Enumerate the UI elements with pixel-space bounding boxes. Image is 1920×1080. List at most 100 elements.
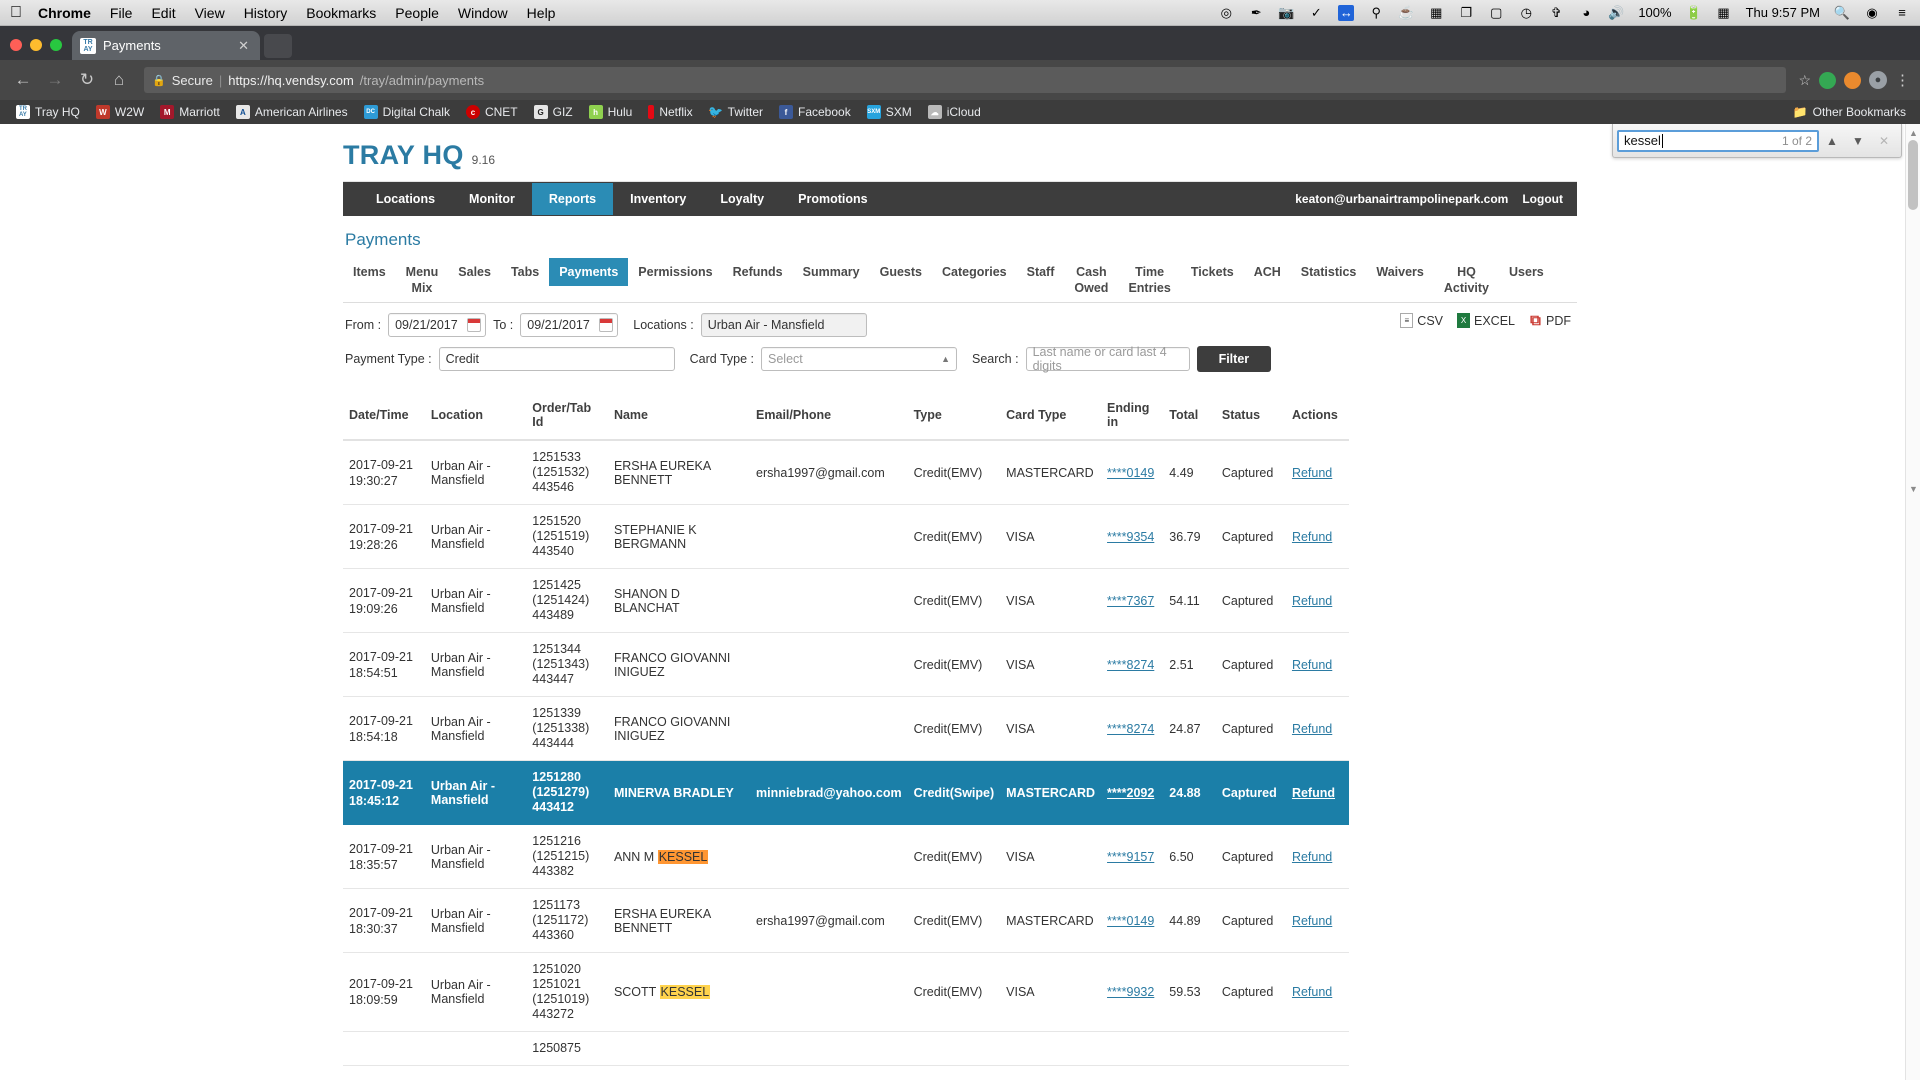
cell-actions[interactable]: Refund [1286, 633, 1349, 697]
column-total[interactable]: Total [1163, 391, 1216, 440]
cell-ending-in[interactable]: ****2092 [1101, 761, 1163, 825]
menu-bookmarks[interactable]: Bookmarks [306, 5, 376, 21]
home-icon[interactable]: ⌂ [106, 67, 132, 93]
table-row[interactable]: 2017-09-2119:28:26 Urban Air - Mansfield… [343, 505, 1349, 569]
input-source-icon[interactable]: ▦ [1716, 5, 1732, 21]
table-row[interactable]: 2017-09-2118:54:51 Urban Air - Mansfield… [343, 633, 1349, 697]
column-ending-in[interactable]: Ending in [1101, 391, 1163, 440]
new-tab-icon[interactable] [264, 34, 292, 58]
table-row-selected[interactable]: 2017-09-2118:45:12 Urban Air - Mansfield… [343, 761, 1349, 825]
scroll-up-arrow-icon[interactable]: ▲ [1909, 128, 1918, 138]
copy-icon[interactable]: ❐ [1458, 5, 1474, 21]
subtab-refunds[interactable]: Refunds [723, 258, 793, 286]
volume-icon[interactable]: 🔊 [1608, 5, 1624, 21]
bookmark-marriott[interactable]: M Marriott [152, 105, 228, 119]
scroll-down-arrow-icon[interactable]: ▼ [1909, 484, 1918, 494]
subtab-menu-mix[interactable]: Menu Mix [396, 258, 449, 302]
bookmark-sxm[interactable]: SXM SXM [859, 105, 920, 119]
location-pin-icon[interactable]: ⚲ [1368, 5, 1384, 21]
airplay-icon[interactable]: ▢ [1488, 5, 1504, 21]
to-date-input[interactable]: 09/21/2017 [520, 313, 618, 337]
cell-ending-in[interactable]: ****9354 [1101, 505, 1163, 569]
subtab-time-entries[interactable]: Time Entries [1118, 258, 1180, 302]
bookmark-netflix[interactable]: Netflix [640, 105, 700, 119]
subtab-sales[interactable]: Sales [448, 258, 501, 286]
column-location[interactable]: Location [425, 391, 526, 440]
column-name[interactable]: Name [608, 391, 750, 440]
column-date-time[interactable]: Date/Time [343, 391, 425, 440]
chevron-down-icon[interactable]: ▼ [1845, 128, 1871, 154]
nav-item-promotions[interactable]: Promotions [781, 183, 884, 215]
column-actions[interactable]: Actions [1286, 391, 1349, 440]
bookmark-american-airlines[interactable]: A American Airlines [228, 105, 356, 119]
cell-actions[interactable]: Refund [1286, 569, 1349, 633]
export-csv-button[interactable]: ≡ CSV [1400, 313, 1443, 328]
subtab-cash-owed[interactable]: Cash Owed [1064, 258, 1118, 302]
coffee-icon[interactable]: ☕ [1398, 5, 1414, 21]
table-row[interactable]: 1250875 [343, 1032, 1349, 1066]
fountain-pen-icon[interactable]: ✒ [1248, 5, 1264, 21]
cell-actions[interactable]: Refund [1286, 825, 1349, 889]
arrows-horizontal-icon[interactable]: ↔ [1338, 5, 1354, 21]
menu-window[interactable]: Window [458, 5, 508, 21]
cell-ending-in[interactable]: ****0149 [1101, 889, 1163, 953]
card-type-select[interactable]: Select ▲ [761, 347, 957, 371]
subtab-ach[interactable]: ACH [1244, 258, 1291, 286]
subtab-items[interactable]: Items [343, 258, 396, 286]
subtab-users[interactable]: Users [1499, 258, 1554, 286]
subtab-hq-activity[interactable]: HQ Activity [1434, 258, 1499, 302]
cell-actions[interactable]: Refund [1286, 440, 1349, 505]
menubar-clock[interactable]: Thu 9:57 PM [1746, 5, 1820, 20]
export-excel-button[interactable]: X EXCEL [1457, 313, 1515, 328]
bookmark-tray-hq[interactable]: TRAY Tray HQ [8, 105, 88, 119]
siri-icon[interactable]: ◉ [1864, 5, 1880, 21]
menu-chrome[interactable]: Chrome [38, 5, 91, 21]
back-arrow-icon[interactable]: ← [10, 67, 36, 93]
column-email-phone[interactable]: Email/Phone [750, 391, 908, 440]
cell-ending-in[interactable]: ****8274 [1101, 633, 1163, 697]
chevron-up-icon[interactable]: ▲ [1819, 128, 1845, 154]
filter-button[interactable]: Filter [1197, 346, 1272, 372]
cell-ending-in[interactable]: ****8274 [1101, 697, 1163, 761]
table-row[interactable]: 2017-09-2118:54:18 Urban Air - Mansfield… [343, 697, 1349, 761]
bookmark-hulu[interactable]: h Hulu [581, 105, 641, 119]
cell-actions[interactable]: Refund [1286, 953, 1349, 1032]
nav-item-monitor[interactable]: Monitor [452, 183, 532, 215]
address-bar[interactable]: 🔒 Secure | https://hq.vendsy.com/tray/ad… [144, 67, 1786, 93]
minimize-window-button[interactable] [30, 39, 42, 51]
puzzle-icon[interactable]: ▦ [1428, 5, 1444, 21]
bookmark-w2w[interactable]: W W2W [88, 105, 152, 119]
browser-tab-payments[interactable]: TRAY Payments ✕ [72, 31, 260, 60]
extension-icon-orange[interactable] [1844, 72, 1861, 89]
star-icon[interactable]: ☆ [1798, 72, 1811, 89]
cell-ending-in[interactable]: ****7367 [1101, 569, 1163, 633]
spotlight-search-icon[interactable]: 🔍 [1834, 5, 1850, 21]
subtab-staff[interactable]: Staff [1017, 258, 1065, 286]
cell-actions[interactable]: Refund [1286, 761, 1349, 825]
bluetooth-icon[interactable]: ✞ [1548, 5, 1564, 21]
nav-item-inventory[interactable]: Inventory [613, 183, 703, 215]
bookmark-digital-chalk[interactable]: DC Digital Chalk [356, 105, 458, 119]
apple-menu-icon[interactable]:  [10, 5, 22, 21]
checkmark-circle-icon[interactable]: ✓ [1308, 5, 1324, 21]
column-status[interactable]: Status [1216, 391, 1286, 440]
bookmark-facebook[interactable]: f Facebook [771, 105, 859, 119]
nav-item-reports[interactable]: Reports [532, 183, 613, 215]
nav-item-locations[interactable]: Locations [359, 183, 452, 215]
column-order-tab-id[interactable]: Order/Tab Id [526, 391, 608, 440]
battery-charging-icon[interactable]: 🔋 [1686, 5, 1702, 21]
close-window-button[interactable] [10, 39, 22, 51]
cell-actions[interactable]: Refund [1286, 697, 1349, 761]
wifi-icon[interactable]: ◕ [1578, 5, 1594, 21]
subtab-tickets[interactable]: Tickets [1181, 258, 1244, 286]
bookmark-icloud[interactable]: ☁ iCloud [920, 105, 989, 119]
clock-icon[interactable]: ◷ [1518, 5, 1534, 21]
menu-file[interactable]: File [110, 5, 133, 21]
bookmark-giz[interactable]: G GIZ [526, 105, 581, 119]
cell-ending-in[interactable]: ****9157 [1101, 825, 1163, 889]
table-row[interactable]: 2017-09-2118:35:57 Urban Air - Mansfield… [343, 825, 1349, 889]
camera-icon[interactable]: 📷 [1278, 5, 1294, 21]
subtab-permissions[interactable]: Permissions [628, 258, 722, 286]
forward-arrow-icon[interactable]: → [42, 67, 68, 93]
table-row[interactable]: 2017-09-2118:30:37 Urban Air - Mansfield… [343, 889, 1349, 953]
